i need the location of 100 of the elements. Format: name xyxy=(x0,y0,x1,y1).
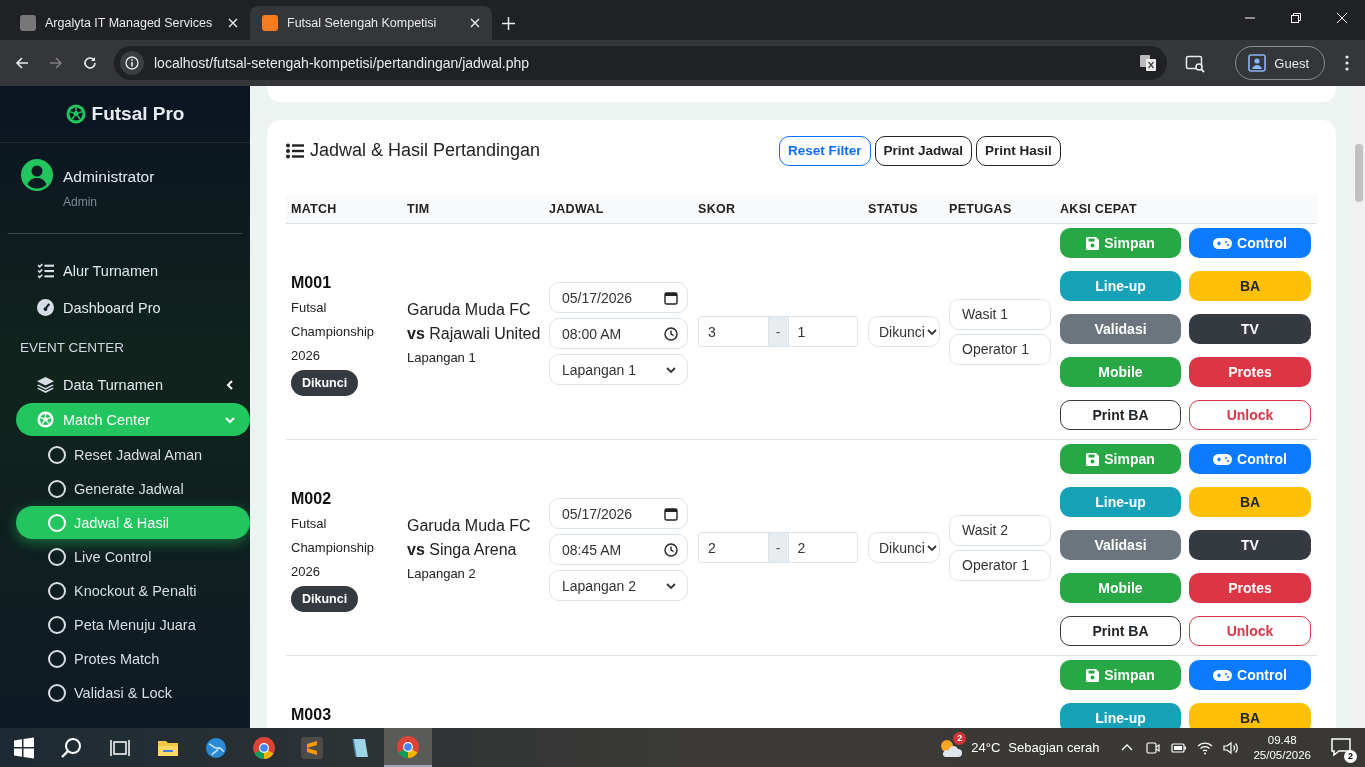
referee-field[interactable]: Wasit 1 xyxy=(949,298,1051,330)
sidebar-item[interactable]: Dashboard Pro xyxy=(0,289,250,326)
match-code: M001 xyxy=(291,274,333,292)
user-role: Admin xyxy=(63,195,98,209)
sublime-icon[interactable] xyxy=(300,735,324,760)
scrollbar-thumb[interactable] xyxy=(1355,144,1363,202)
action-button[interactable]: TV xyxy=(1189,314,1311,344)
action-button[interactable]: Print BA xyxy=(1060,400,1181,430)
action-button[interactable]: Unlock xyxy=(1189,616,1311,646)
chrome-icon[interactable] xyxy=(396,734,420,759)
globe-icon[interactable] xyxy=(204,735,228,760)
favicon-icon xyxy=(262,15,278,31)
info-icon[interactable] xyxy=(120,51,144,75)
clock-date[interactable]: 25/05/2026 xyxy=(1253,747,1311,763)
away-team: vs Singa Arena xyxy=(407,540,518,560)
person-icon xyxy=(1248,54,1267,72)
date-field[interactable]: 05/17/2026 xyxy=(549,498,688,529)
brand-name: Futsal Pro xyxy=(91,103,185,125)
sidebar-subitem[interactable]: Reset Jadwal Aman xyxy=(16,438,250,471)
action-button[interactable]: Validasi xyxy=(1060,530,1181,560)
match-code: M003 xyxy=(291,706,333,724)
column-header: STATUS xyxy=(867,202,919,216)
column-header: PETUGAS xyxy=(948,202,1013,216)
circle-icon xyxy=(48,445,66,464)
windows-start-icon[interactable] xyxy=(12,735,36,760)
clock-time[interactable]: 09.48 xyxy=(1253,732,1311,748)
circle-icon xyxy=(48,479,66,498)
header-button[interactable]: Print Jadwal xyxy=(874,135,973,166)
sidebar-item[interactable]: Data Turnamen xyxy=(16,368,250,401)
gauge-icon xyxy=(37,299,54,316)
sidebar-subitem[interactable]: Validasi & Lock xyxy=(16,676,250,709)
sidebar-subitem[interactable]: Protes Match xyxy=(16,642,250,675)
camera-icon[interactable] xyxy=(1145,739,1162,756)
action-button[interactable]: Validasi xyxy=(1060,314,1181,344)
sidebar-subitem[interactable]: Live Control xyxy=(16,540,250,573)
sidebar-subitem[interactable]: Generate Jadwal xyxy=(16,472,250,505)
match-code: M002 xyxy=(291,490,333,508)
sidebar-subitem[interactable]: Peta Menuju Juara xyxy=(16,608,250,641)
court-select[interactable]: Lapangan 2 xyxy=(549,570,688,601)
temperature-text: 24°C xyxy=(971,740,1001,755)
referee-field[interactable]: Wasit 2 xyxy=(949,514,1051,546)
close-icon[interactable] xyxy=(470,18,480,28)
new-tab-icon[interactable] xyxy=(502,17,515,30)
action-button[interactable]: BA xyxy=(1189,487,1311,517)
operator-field[interactable]: Operator 1 xyxy=(949,333,1051,365)
sidebar-subitem[interactable]: Knockout & Penalti xyxy=(16,574,250,607)
action-button[interactable]: Control xyxy=(1189,660,1311,690)
circle-icon xyxy=(48,513,66,532)
browser-tab[interactable]: Futsal Setengah Kompetisi xyxy=(250,6,492,40)
action-button[interactable]: TV xyxy=(1189,530,1311,560)
date-field[interactable]: 05/17/2026 xyxy=(549,282,688,313)
away-team: vs Rajawali United xyxy=(407,324,542,344)
speaker-icon[interactable] xyxy=(1223,739,1240,756)
status-select[interactable]: Dikunci xyxy=(868,316,940,347)
notification-count: 2 xyxy=(1344,749,1357,763)
checklist-icon xyxy=(37,262,54,279)
score-field[interactable]: 3 - 1 xyxy=(698,316,858,347)
event-name: Futsal Championship 2026 xyxy=(291,515,376,581)
search-icon[interactable] xyxy=(60,735,84,760)
column-header: TIM xyxy=(406,202,431,216)
time-field[interactable]: 08:45 AM xyxy=(549,534,688,565)
action-button[interactable]: Unlock xyxy=(1189,400,1311,430)
action-button[interactable]: Print BA xyxy=(1060,616,1181,646)
browser-tab[interactable]: Argalyta IT Managed Services xyxy=(8,6,250,40)
status-badge: Dikunci xyxy=(291,586,359,612)
user-name: Administrator xyxy=(63,168,155,186)
calendar-icon xyxy=(664,506,678,521)
column-header: SKOR xyxy=(697,202,737,216)
chrome-icon[interactable] xyxy=(252,735,276,760)
score-field[interactable]: 2 - 2 xyxy=(698,532,858,563)
home-team: Garuda Muda FC xyxy=(407,300,532,320)
card-title: Jadwal & Hasil Pertandingan xyxy=(310,140,541,161)
favicon-icon xyxy=(20,15,36,31)
court-select[interactable]: Lapangan 1 xyxy=(549,354,688,385)
time-field[interactable]: 08:00 AM xyxy=(549,318,688,349)
action-button[interactable]: Protes xyxy=(1189,357,1311,387)
scrollbar[interactable] xyxy=(1353,86,1365,728)
action-button[interactable]: BA xyxy=(1189,703,1311,728)
close-icon[interactable] xyxy=(228,18,238,28)
action-button[interactable]: Control xyxy=(1189,444,1311,474)
action-button[interactable]: BA xyxy=(1189,271,1311,301)
status-badge: Dikunci xyxy=(291,370,359,396)
tab-search-icon[interactable] xyxy=(1185,53,1206,73)
circle-icon xyxy=(48,615,66,634)
translate-icon[interactable] xyxy=(1139,54,1158,72)
layers-icon xyxy=(37,376,54,393)
event-name: Futsal Championship 2026 xyxy=(291,299,376,365)
address-bar[interactable]: localhost/futsal-setengah-kompetisi/pertandingan/jadwal.php xyxy=(114,46,1168,80)
circle-icon xyxy=(48,683,66,702)
header-button[interactable]: Reset Filter xyxy=(779,135,871,166)
gamepad-icon xyxy=(1213,236,1233,250)
header-button[interactable]: Print Hasil xyxy=(976,135,1061,166)
circle-icon xyxy=(48,547,66,566)
action-button[interactable]: Control xyxy=(1189,228,1311,258)
action-button[interactable]: Protes xyxy=(1189,573,1311,603)
operator-field[interactable]: Operator 1 xyxy=(949,549,1051,581)
status-select[interactable]: Dikunci xyxy=(868,532,940,563)
soccer-ball-icon xyxy=(37,411,54,428)
sidebar-item[interactable]: Alur Turnamen xyxy=(0,252,250,289)
user-avatar-icon xyxy=(21,159,53,191)
